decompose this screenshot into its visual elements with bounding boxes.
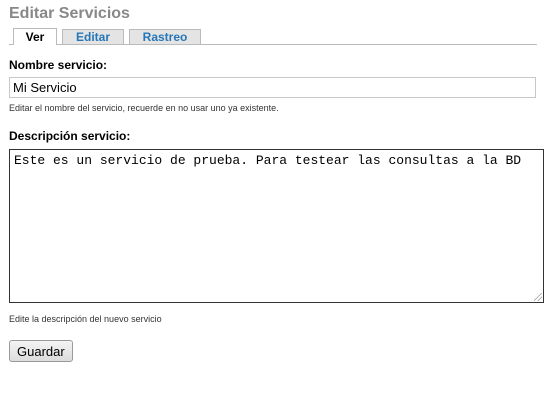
tab-editar[interactable]: Editar bbox=[62, 29, 124, 44]
resize-handle-icon[interactable] bbox=[534, 293, 542, 301]
save-button[interactable]: Guardar bbox=[9, 340, 73, 362]
service-description-textarea[interactable]: Este es un servicio de prueba. Para test… bbox=[9, 149, 544, 303]
page-title: Editar Servicios bbox=[9, 5, 130, 22]
service-description-wrapper: Este es un servicio de prueba. Para test… bbox=[9, 149, 544, 303]
tab-rastreo[interactable]: Rastreo bbox=[129, 29, 201, 44]
page: Editar Servicios Ver Editar Rastreo Nomb… bbox=[0, 0, 545, 408]
service-description-help: Edite la descripción del nuevo servicio bbox=[9, 314, 162, 324]
service-name-label: Nombre servicio: bbox=[9, 58, 108, 72]
tab-bar: Ver Editar Rastreo bbox=[9, 26, 537, 45]
service-description-label: Descripción servicio: bbox=[9, 129, 131, 143]
tab-ver[interactable]: Ver bbox=[13, 28, 57, 45]
service-name-input[interactable] bbox=[9, 77, 536, 98]
service-name-help: Editar el nombre del servicio, recuerde … bbox=[9, 103, 279, 113]
